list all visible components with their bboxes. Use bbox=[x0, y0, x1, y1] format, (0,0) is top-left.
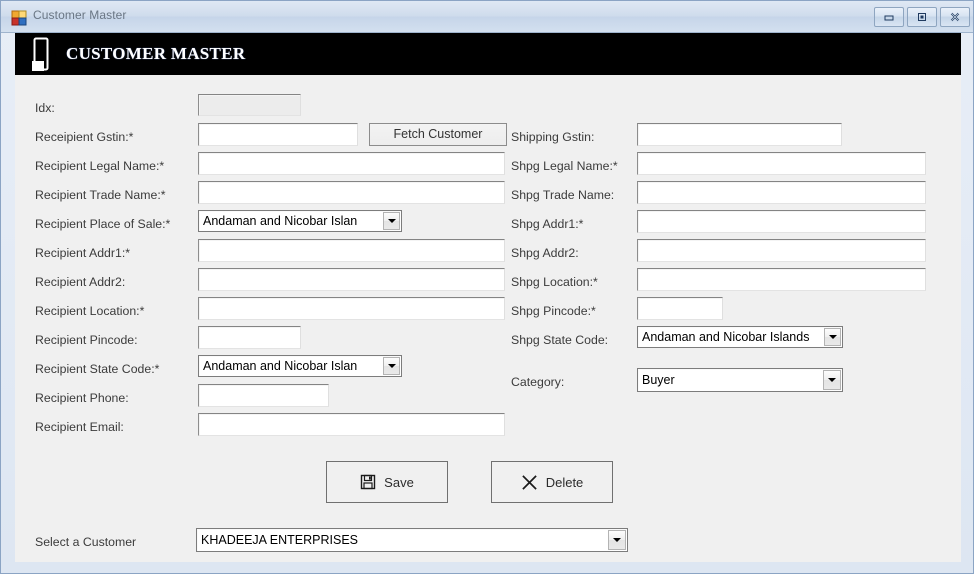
idx-input bbox=[198, 94, 301, 116]
customer-master-window: Customer Master CUSTOMER MASTER Idx: Rec… bbox=[0, 0, 974, 574]
category-value: Buyer bbox=[642, 373, 675, 387]
delete-button[interactable]: Delete bbox=[491, 461, 613, 503]
label-select-a-customer: Select a Customer bbox=[35, 535, 137, 549]
fetch-customer-button[interactable]: Fetch Customer bbox=[369, 123, 507, 146]
label-shpg-trade-name: Shpg Trade Name: bbox=[511, 188, 615, 202]
x-cross-icon bbox=[521, 474, 538, 491]
shpg-pincode-input[interactable] bbox=[637, 297, 723, 320]
shpg-addr2-input[interactable] bbox=[637, 239, 926, 262]
recipient-trade-name-input[interactable] bbox=[198, 181, 505, 204]
vb-form-icon bbox=[11, 10, 27, 26]
recipient-place-of-sale-combo[interactable]: Andaman and Nicobar Islan bbox=[198, 210, 402, 232]
maximize-icon bbox=[918, 13, 926, 21]
category-combo[interactable]: Buyer bbox=[637, 368, 843, 392]
window-titlebar: Customer Master bbox=[1, 1, 973, 33]
chevron-down-icon[interactable] bbox=[823, 370, 841, 390]
recipient-state-code-value: Andaman and Nicobar Islan bbox=[203, 359, 358, 373]
shipping-gstin-input[interactable] bbox=[637, 123, 842, 146]
window-controls bbox=[874, 7, 970, 27]
minimize-icon bbox=[884, 15, 894, 21]
recipient-location-input[interactable] bbox=[198, 297, 505, 320]
recipient-place-of-sale-value: Andaman and Nicobar Islan bbox=[203, 214, 358, 228]
recipient-addr1-input[interactable] bbox=[198, 239, 505, 262]
label-shipping-gstin: Shipping Gstin: bbox=[511, 130, 595, 144]
recipient-pincode-input[interactable] bbox=[198, 326, 301, 349]
maximize-button[interactable] bbox=[907, 7, 937, 27]
label-recipient-addr1: Recipient Addr1:* bbox=[35, 246, 131, 260]
label-idx: Idx: bbox=[35, 101, 55, 115]
minimize-button[interactable] bbox=[874, 7, 904, 27]
label-shpg-addr1: Shpg Addr1:* bbox=[511, 217, 584, 231]
chevron-down-icon[interactable] bbox=[383, 212, 400, 230]
label-recipient-location: Recipient Location:* bbox=[35, 304, 145, 318]
shpg-legal-name-input[interactable] bbox=[637, 152, 926, 175]
label-shpg-location: Shpg Location:* bbox=[511, 275, 598, 289]
recipient-email-input[interactable] bbox=[198, 413, 505, 436]
label-shpg-addr2: Shpg Addr2: bbox=[511, 246, 579, 260]
shpg-state-code-value: Andaman and Nicobar Islands bbox=[642, 330, 810, 344]
label-recipient-email: Recipient Email: bbox=[35, 420, 124, 434]
label-shpg-legal-name: Shpg Legal Name:* bbox=[511, 159, 618, 173]
close-icon bbox=[950, 12, 960, 22]
shpg-trade-name-input[interactable] bbox=[637, 181, 926, 204]
select-customer-combo[interactable]: KHADEEJA ENTERPRISES bbox=[196, 528, 628, 552]
save-button-label: Save bbox=[384, 474, 414, 490]
label-recipient-state-code: Recipient State Code:* bbox=[35, 362, 160, 376]
label-category: Category: bbox=[511, 375, 565, 389]
shpg-location-input[interactable] bbox=[637, 268, 926, 291]
page-banner: CUSTOMER MASTER bbox=[15, 33, 961, 75]
close-button[interactable] bbox=[940, 7, 970, 27]
label-recipient-place-of-sale: Recipient Place of Sale:* bbox=[35, 217, 171, 231]
delete-button-label: Delete bbox=[545, 474, 584, 490]
recipient-phone-input[interactable] bbox=[198, 384, 329, 407]
chevron-down-icon[interactable] bbox=[608, 530, 626, 550]
label-recipient-trade-name: Recipient Trade Name:* bbox=[35, 188, 166, 202]
label-shpg-pincode: Shpg Pincode:* bbox=[511, 304, 596, 318]
fetch-customer-label: Fetch Customer bbox=[393, 127, 483, 142]
window-title: Customer Master bbox=[33, 8, 127, 22]
select-customer-value: KHADEEJA ENTERPRISES bbox=[201, 533, 358, 547]
save-button[interactable]: Save bbox=[326, 461, 448, 503]
page-title: CUSTOMER MASTER bbox=[66, 44, 246, 63]
chevron-down-icon[interactable] bbox=[824, 328, 841, 346]
shpg-state-code-combo[interactable]: Andaman and Nicobar Islands bbox=[637, 326, 843, 348]
recipient-addr2-input[interactable] bbox=[198, 268, 505, 291]
label-shpg-state-code: Shpg State Code: bbox=[511, 333, 609, 347]
recipient-state-code-combo[interactable]: Andaman and Nicobar Islan bbox=[198, 355, 402, 377]
form-surface: Idx: Receipient Gstin:* Fetch Customer R… bbox=[15, 75, 961, 562]
receipient-gstin-input[interactable] bbox=[198, 123, 358, 146]
shpg-addr1-input[interactable] bbox=[637, 210, 926, 233]
document-card-icon bbox=[30, 37, 54, 73]
recipient-legal-name-input[interactable] bbox=[198, 152, 505, 175]
label-recipient-phone: Recipient Phone: bbox=[35, 391, 129, 405]
label-recipient-legal-name: Recipient Legal Name:* bbox=[35, 159, 165, 173]
label-recipient-pincode: Recipient Pincode: bbox=[35, 333, 138, 347]
label-recipient-addr2: Recipient Addr2: bbox=[35, 275, 126, 289]
chevron-down-icon[interactable] bbox=[383, 357, 400, 375]
floppy-disk-icon bbox=[360, 474, 376, 490]
label-receipient-gstin: Receipient Gstin:* bbox=[35, 130, 134, 144]
